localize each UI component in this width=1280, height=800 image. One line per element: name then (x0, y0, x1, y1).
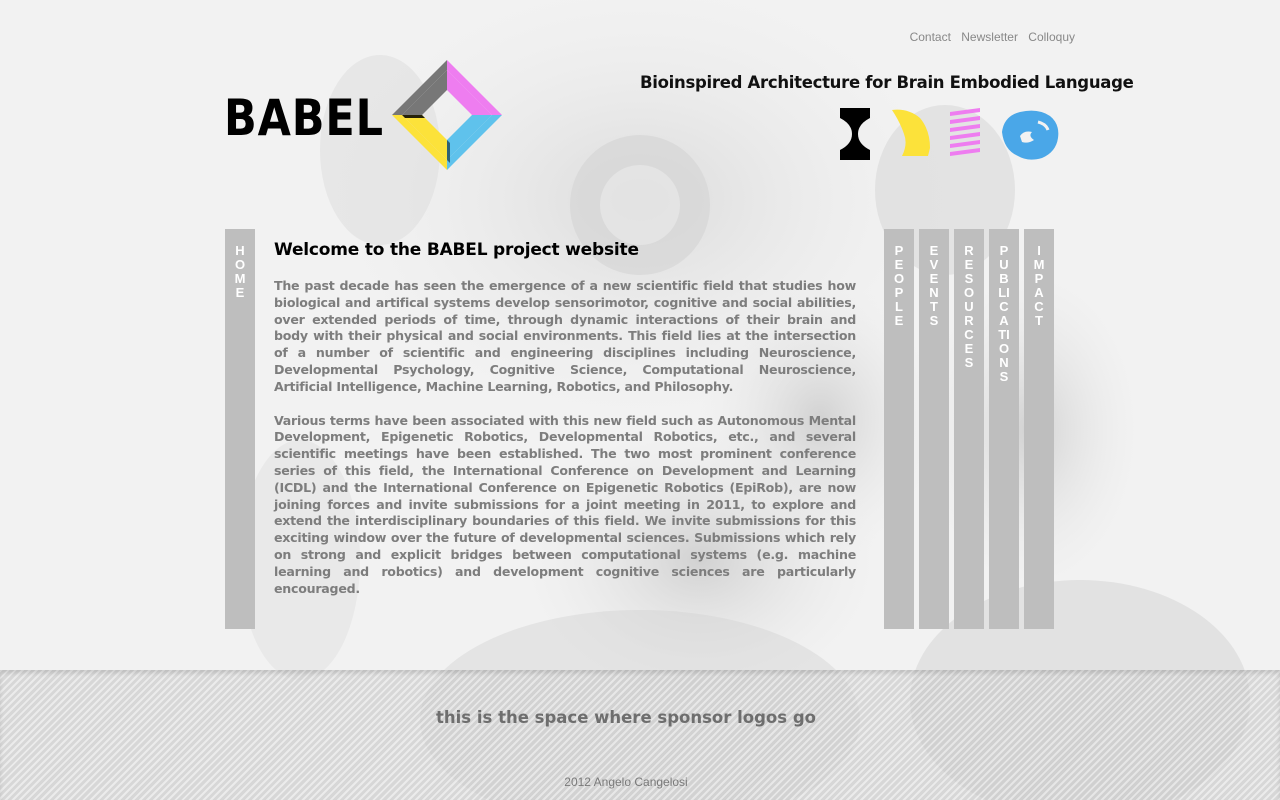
logo-text[interactable]: BABEL (224, 88, 384, 148)
header-icons (836, 108, 1066, 164)
page-title: Welcome to the BABEL project website (274, 240, 639, 260)
blue-brain-icon (1002, 110, 1059, 160)
tab-publications-label[interactable]: PUBLICATIONS (997, 229, 1011, 384)
tab-events[interactable]: EVENTS (919, 229, 949, 629)
tab-events-label[interactable]: EVENTS (927, 229, 941, 328)
tab-impact[interactable]: IMPACT (1024, 229, 1054, 629)
tab-resources-label[interactable]: RESOURCES (962, 229, 976, 370)
sponsor-placeholder: this is the space where sponsor logos go (436, 708, 816, 727)
intro-paragraph: The past decade has seen the emergence o… (274, 278, 856, 394)
babel-logo-icon[interactable] (390, 58, 504, 172)
top-links: Contact Newsletter Colloquy (900, 30, 1075, 44)
contact-link[interactable]: Contact (910, 30, 951, 44)
newsletter-link[interactable]: Newsletter (961, 30, 1018, 44)
copyright: 2012 Angelo Cangelosi (564, 775, 688, 789)
right-nav: PEOPLE EVENTS RESOURCES PUBLICATIONS IMP… (884, 229, 1056, 629)
colloquy-link[interactable]: Colloquy (1028, 30, 1075, 44)
main-content: The past decade has seen the emergence o… (274, 278, 856, 614)
tab-publications[interactable]: PUBLICATIONS (989, 229, 1019, 629)
home-tab[interactable]: HOME (225, 229, 255, 629)
yellow-shape-icon (892, 109, 930, 156)
footer: this is the space where sponsor logos go… (0, 670, 1280, 800)
home-tab-label[interactable]: HOME (233, 229, 247, 300)
tab-people[interactable]: PEOPLE (884, 229, 914, 629)
black-hourglass-icon (840, 108, 870, 160)
tab-impact-label[interactable]: IMPACT (1032, 229, 1046, 328)
tab-resources[interactable]: RESOURCES (954, 229, 984, 629)
intro-paragraph: Various terms have been associated with … (274, 412, 856, 596)
tab-people-label[interactable]: PEOPLE (892, 229, 906, 328)
tagline: Bioinspired Architecture for Brain Embod… (640, 73, 1134, 92)
pink-stripes-icon (950, 108, 980, 156)
